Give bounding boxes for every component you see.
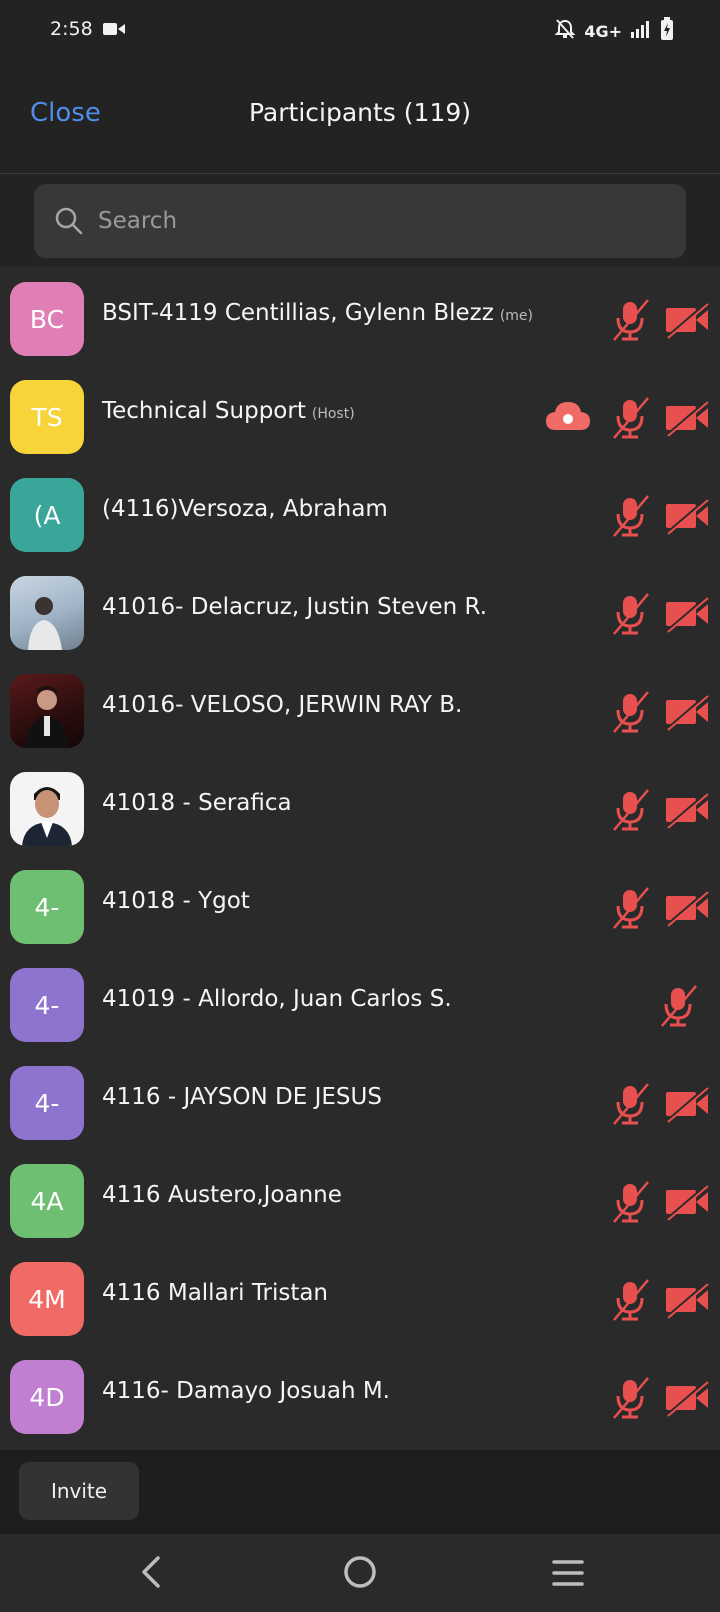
mic-muted-icon[interactable] — [610, 1082, 650, 1126]
participant-name: 41018 - Ygot — [102, 888, 250, 914]
avatar: BC — [10, 282, 84, 356]
video-off-icon[interactable] — [664, 594, 710, 634]
header: Close Participants (119) — [0, 62, 720, 174]
list-item[interactable]: (A (4116)Versoza, Abraham — [0, 462, 720, 563]
participant-name: 4116- Damayo Josuah M. — [102, 1378, 390, 1404]
participant-name: 41016- Delacruz, Justin Steven R. — [102, 594, 488, 620]
video-off-icon[interactable] — [664, 888, 710, 928]
avatar: 4- — [10, 870, 84, 944]
signal-icon — [630, 19, 652, 43]
avatar: 4M — [10, 1262, 84, 1336]
home-icon[interactable] — [340, 1552, 380, 1596]
participant-name: 4116 Mallari Tristan — [102, 1280, 329, 1306]
video-off-icon[interactable] — [664, 300, 710, 340]
mic-muted-icon[interactable] — [610, 1278, 650, 1322]
participant-tag: (me) — [499, 308, 533, 324]
mic-muted-icon[interactable] — [610, 690, 650, 734]
participant-name: Technical Support (Host) — [102, 398, 355, 424]
list-item[interactable]: 41018 - Serafica — [0, 756, 720, 857]
status-time: 2:58 — [50, 18, 93, 40]
search-input[interactable] — [98, 198, 658, 244]
list-item[interactable]: 4M 4116 Mallari Tristan — [0, 1246, 720, 1347]
network-type: 4G+ — [584, 21, 622, 41]
mic-muted-icon[interactable] — [610, 298, 650, 342]
footer-bar: Invite — [0, 1450, 720, 1534]
list-item[interactable]: 4- 41019 - Allordo, Juan Carlos S. — [0, 952, 720, 1053]
mic-muted-icon[interactable] — [610, 592, 650, 636]
mic-muted-icon[interactable] — [610, 396, 650, 440]
avatar: 4D — [10, 1360, 84, 1434]
list-item[interactable]: TS Technical Support (Host) — [0, 364, 720, 465]
search-bar — [0, 174, 720, 266]
profile-photo-avatar — [10, 576, 84, 650]
mic-muted-icon[interactable] — [610, 1376, 650, 1420]
participant-name: 41016- VELOSO, JERWIN RAY B. — [102, 692, 463, 718]
video-off-icon[interactable] — [664, 1084, 710, 1124]
participant-name: BSIT-4119 Centillias, Gylenn Blezz (me) — [102, 300, 533, 326]
participant-name: 41019 - Allordo, Juan Carlos S. — [102, 986, 452, 1012]
list-item[interactable]: 4- 41018 - Ygot — [0, 854, 720, 955]
search-icon — [54, 206, 84, 240]
list-item[interactable]: 41016- VELOSO, JERWIN RAY B. — [0, 658, 720, 759]
mic-muted-icon[interactable] — [658, 984, 698, 1028]
avatar: 4- — [10, 1066, 84, 1140]
video-off-icon[interactable] — [664, 1182, 710, 1222]
avatar: 4- — [10, 968, 84, 1042]
video-off-icon[interactable] — [664, 1378, 710, 1418]
participant-tag: (Host) — [311, 406, 355, 422]
mic-muted-icon[interactable] — [610, 494, 650, 538]
list-item[interactable]: 4A 4116 Austero,Joanne — [0, 1148, 720, 1249]
video-recording-icon — [103, 21, 125, 41]
back-icon[interactable] — [138, 1554, 162, 1594]
participant-name: 41018 - Serafica — [102, 790, 292, 816]
avatar: TS — [10, 380, 84, 454]
video-off-icon[interactable] — [664, 1280, 710, 1320]
battery-icon — [660, 17, 674, 45]
status-bar: 2:58 4G+ — [0, 0, 720, 62]
avatar: 4A — [10, 1164, 84, 1238]
participant-name: 4116 Austero,Joanne — [102, 1182, 342, 1208]
alarm-off-icon — [554, 18, 576, 44]
profile-photo-avatar — [10, 674, 84, 748]
cloud-recording-icon — [544, 398, 592, 434]
status-indicators: 4G+ — [554, 17, 674, 45]
list-item[interactable]: 4- 4116 - JAYSON DE JESUS — [0, 1050, 720, 1151]
video-off-icon[interactable] — [664, 692, 710, 732]
mic-muted-icon[interactable] — [610, 1180, 650, 1224]
mic-muted-icon[interactable] — [610, 788, 650, 832]
participant-name: 4116 - JAYSON DE JESUS — [102, 1084, 382, 1110]
profile-photo-avatar — [10, 772, 84, 846]
search-box[interactable] — [34, 184, 686, 258]
list-item[interactable]: 4D 4116- Damayo Josuah M. — [0, 1344, 720, 1445]
video-off-icon[interactable] — [664, 790, 710, 830]
invite-button[interactable]: Invite — [19, 1462, 139, 1520]
list-item[interactable]: 41016- Delacruz, Justin Steven R. — [0, 560, 720, 661]
mic-muted-icon[interactable] — [610, 886, 650, 930]
list-item[interactable]: BC BSIT-4119 Centillias, Gylenn Blezz (me… — [0, 266, 720, 367]
system-navigation-bar — [0, 1534, 720, 1612]
avatar: (A — [10, 478, 84, 552]
participant-name: (4116)Versoza, Abraham — [102, 496, 388, 522]
page-title: Participants (119) — [248, 98, 472, 127]
video-off-icon[interactable] — [664, 398, 710, 438]
recent-apps-icon[interactable] — [550, 1558, 586, 1592]
participant-list[interactable]: BC BSIT-4119 Centillias, Gylenn Blezz (me… — [0, 266, 720, 1450]
video-off-icon[interactable] — [664, 496, 710, 536]
